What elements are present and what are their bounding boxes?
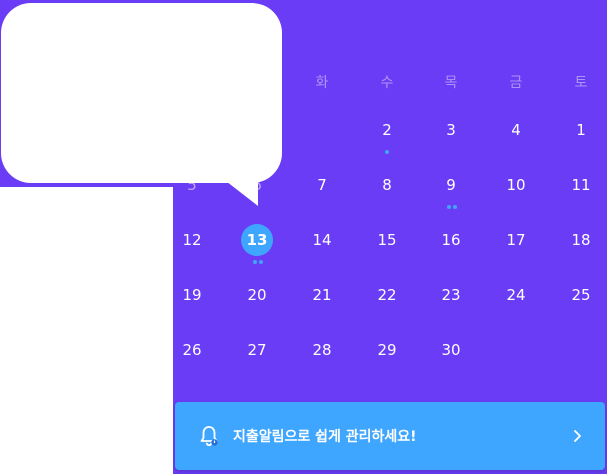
calendar-day[interactable]: 27: [240, 338, 274, 362]
screen: 화 수 목 금 토 2 3 4 1 5 6 7 8 9 10 11 12 13 …: [0, 0, 607, 474]
calendar-day[interactable]: 10: [499, 173, 533, 197]
calendar-day[interactable]: 7: [305, 173, 339, 197]
expense-alert-banner[interactable]: 지출알림으로 쉽게 관리하세요!: [175, 402, 605, 470]
weekday-wed: 수: [380, 75, 394, 91]
calendar-day[interactable]: 12: [175, 228, 209, 252]
calendar-day[interactable]: 29: [370, 338, 404, 362]
calendar-day[interactable]: 15: [370, 228, 404, 252]
calendar-day[interactable]: 9: [434, 173, 468, 197]
expense-dot: [453, 205, 457, 209]
calendar-day[interactable]: 30: [434, 338, 468, 362]
calendar-day[interactable]: 2: [370, 118, 404, 142]
bell-icon: [200, 426, 218, 447]
weekday-sat: 토: [574, 75, 588, 91]
weekday-thu: 목: [444, 75, 458, 91]
speech-bubble: [1, 3, 282, 183]
calendar-day[interactable]: 21: [305, 283, 339, 307]
calendar-day[interactable]: 26: [175, 338, 209, 362]
weekday-tue: 화: [315, 75, 329, 91]
expense-indicator: [385, 150, 389, 155]
calendar-day[interactable]: 22: [370, 283, 404, 307]
expense-indicator: [253, 260, 263, 265]
calendar-day[interactable]: 18: [564, 228, 598, 252]
calendar-day[interactable]: 16: [434, 228, 468, 252]
expense-dot: [447, 205, 451, 209]
calendar-day-selected[interactable]: 13: [240, 228, 274, 252]
expense-dot: [385, 150, 389, 154]
calendar-day[interactable]: 17: [499, 228, 533, 252]
expense-dot: [259, 260, 263, 264]
calendar-day[interactable]: 19: [175, 283, 209, 307]
calendar-day[interactable]: 23: [434, 283, 468, 307]
expense-dot: [253, 260, 257, 264]
calendar-day[interactable]: 20: [240, 283, 274, 307]
calendar-day[interactable]: 24: [499, 283, 533, 307]
calendar-day[interactable]: 4: [499, 118, 533, 142]
chevron-right-icon: [574, 430, 581, 442]
calendar-day[interactable]: 8: [370, 173, 404, 197]
alert-message: 지출알림으로 쉽게 관리하세요!: [233, 429, 417, 445]
expense-indicator: [447, 205, 457, 210]
weekday-fri: 금: [509, 75, 523, 91]
calendar-day[interactable]: 25: [564, 283, 598, 307]
calendar-day[interactable]: 28: [305, 338, 339, 362]
calendar-day[interactable]: 14: [305, 228, 339, 252]
calendar-day[interactable]: 3: [434, 118, 468, 142]
calendar-day[interactable]: 11: [564, 173, 598, 197]
calendar-day[interactable]: 1: [564, 118, 598, 142]
